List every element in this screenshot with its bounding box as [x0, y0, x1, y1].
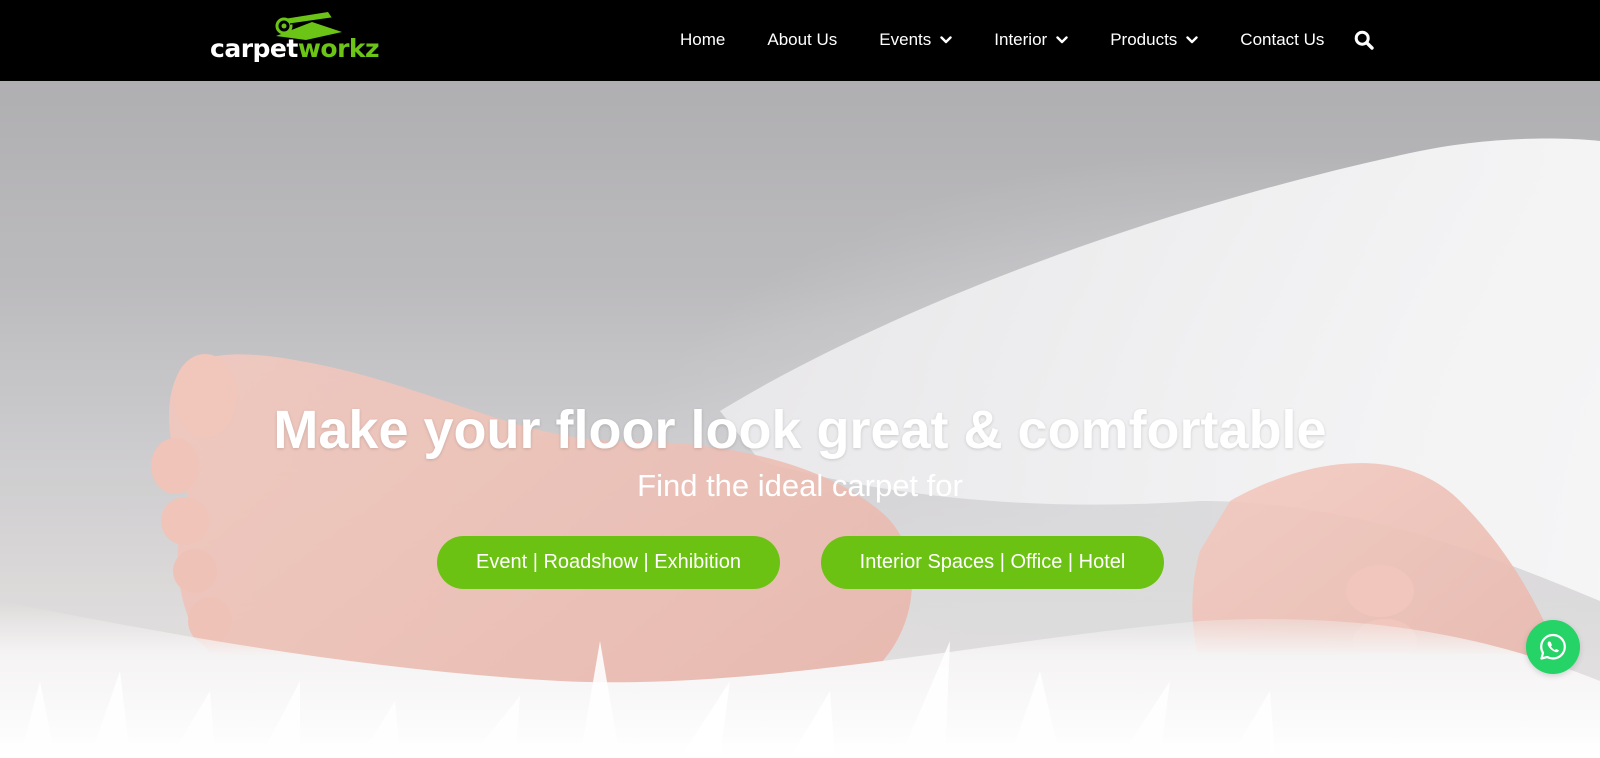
whatsapp-icon [1540, 633, 1566, 660]
nav-item-about-us[interactable]: About Us [767, 30, 837, 50]
main-nav: Home About Us Events Interior Products C… [680, 0, 1375, 79]
nav-label: About Us [767, 29, 838, 49]
logo-wordmark: carpetworkz [210, 34, 380, 63]
nav-item-events[interactable]: Events [879, 30, 952, 50]
site-header: carpetworkz Home About Us Events Interio… [0, 0, 1600, 81]
logo-word-workz: workz [297, 34, 380, 63]
interior-spaces-office-hotel-button[interactable]: Interior Spaces | Office | Hotel [821, 536, 1164, 589]
carpetworkz-logo[interactable]: carpetworkz [210, 10, 385, 70]
nav-label: Events [879, 29, 932, 49]
nav-item-contact-us[interactable]: Contact Us [1240, 30, 1324, 50]
hero-section: Make your floor look great & comfortable… [0, 81, 1600, 758]
chevron-down-icon [940, 35, 952, 44]
hero-subtitle: Find the ideal carpet for [637, 468, 963, 503]
nav-label: Interior [994, 29, 1048, 49]
button-label: Event | Roadshow | Exhibition [476, 551, 741, 573]
chevron-down-icon [1056, 35, 1068, 44]
chevron-down-icon [1186, 35, 1198, 44]
nav-item-home[interactable]: Home [680, 30, 725, 50]
nav-item-products[interactable]: Products [1110, 30, 1198, 50]
nav-label: Home [680, 29, 726, 49]
nav-label: Contact Us [1240, 29, 1325, 49]
nav-label: Products [1110, 29, 1178, 49]
nav-item-interior[interactable]: Interior [994, 30, 1068, 50]
button-label: Interior Spaces | Office | Hotel [859, 551, 1126, 573]
logo-word-carpet: carpet [210, 34, 298, 63]
search-icon[interactable] [1354, 30, 1375, 50]
hero-title: Make your floor look great & comfortable [273, 400, 1327, 460]
event-roadshow-exhibition-button[interactable]: Event | Roadshow | Exhibition [437, 536, 780, 589]
whatsapp-chat-button[interactable] [1526, 620, 1580, 674]
